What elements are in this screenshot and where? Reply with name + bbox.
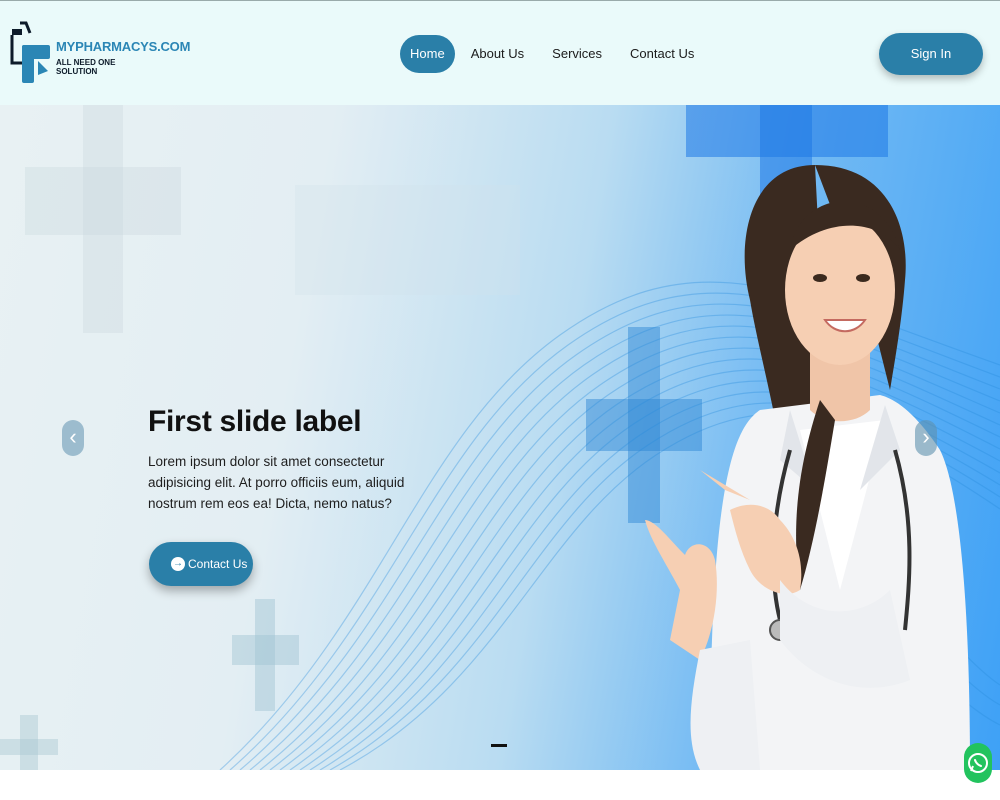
carousel-indicator[interactable] [491,744,507,747]
site-header: MYPHARMACYS.COM ALL NEED ONE SOLUTION Ho… [0,0,1000,105]
doctor-pointing-image [645,165,970,770]
nav-item-home[interactable]: Home [400,35,455,73]
slide-text: Lorem ipsum dolor sit amet consectetur a… [148,454,405,511]
nav-item-contact-us[interactable]: Contact Us [618,35,706,73]
carousel-next-button[interactable]: › [915,420,937,456]
sign-in-button[interactable]: Sign In [879,33,983,75]
whatsapp-button[interactable] [964,743,992,783]
brand-tagline: ALL NEED ONE SOLUTION [56,58,116,76]
nav-item-services[interactable]: Services [540,35,614,73]
hero-button-label: Contact Us [188,557,248,571]
nav-item-about-us[interactable]: About Us [459,35,536,73]
carousel-prev-button[interactable]: ‹ [62,420,84,456]
hero-contact-us-button[interactable]: → Contact Us [149,542,253,586]
slide-title: First slide label [148,405,362,438]
hero-carousel: ‹ › First slide label Lorem ipsum dolor … [0,105,1000,770]
pharmacy-logo-icon [10,21,50,83]
brand-name: MYPHARMACYS.COM [56,39,191,54]
chevron-left-icon: ‹ [69,424,77,449]
arrow-circle-right-icon: → [171,557,185,571]
brand-logo[interactable]: MYPHARMACYS.COM ALL NEED ONE SOLUTION [8,21,190,87]
slide-caption: First slide label Lorem ipsum dolor sit … [148,405,428,514]
main-nav: Home About Us Services Contact Us [400,34,710,74]
whatsapp-icon [968,753,988,773]
chevron-right-icon: › [922,424,930,449]
